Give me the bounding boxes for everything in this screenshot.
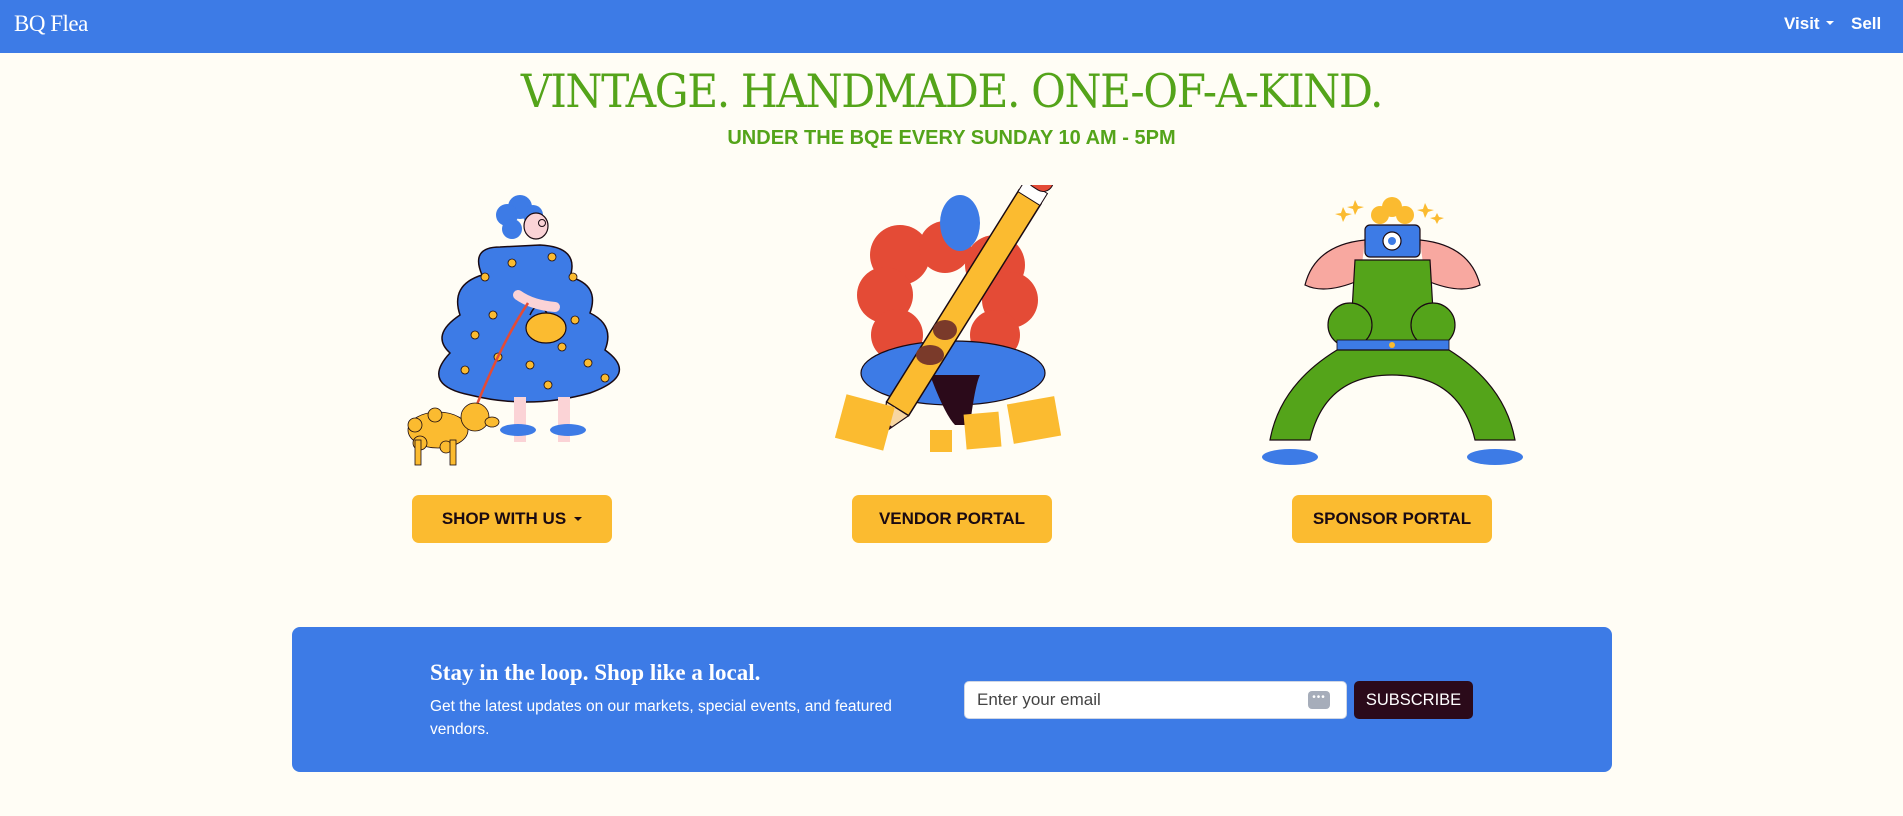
page-subheadline: UNDER THE BQE EVERY SUNDAY 10 AM - 5PM <box>727 127 1176 149</box>
nav-visit-dropdown[interactable]: Visit <box>1784 14 1834 34</box>
chevron-down-icon <box>1825 21 1834 26</box>
email-field-wrapper: ••• <box>964 681 1347 719</box>
email-input[interactable] <box>977 682 1297 718</box>
person-with-pencil-illustration <box>835 185 1062 452</box>
navbar: BQ Flea Visit Sell <box>0 0 1903 53</box>
page-headline: VINTAGE. HANDMADE. ONE-OF-A-KIND. <box>520 64 1384 118</box>
nav-sell-link[interactable]: Sell <box>1851 14 1881 34</box>
sponsor-portal-button[interactable]: SPONSOR PORTAL <box>1292 495 1492 543</box>
woman-walking-dog-illustration <box>407 195 621 466</box>
shop-with-us-dropdown-button[interactable]: SHOP WITH US <box>412 495 612 543</box>
subscribe-button[interactable]: SUBSCRIBE <box>1354 681 1473 719</box>
chevron-down-icon <box>574 517 583 521</box>
photographer-illustration <box>1262 197 1523 465</box>
newsletter-section: Stay in the loop. Shop like a local. Get… <box>292 627 1612 772</box>
autofill-icon[interactable]: ••• <box>1308 691 1330 709</box>
vendor-portal-button[interactable]: VENDOR PORTAL <box>852 495 1052 543</box>
newsletter-title: Stay in the loop. Shop like a local. <box>430 660 761 685</box>
shop-with-us-label: SHOP WITH US <box>441 509 567 528</box>
newsletter-description: Get the latest updates on our markets, s… <box>430 698 892 738</box>
nav-visit-label: Visit <box>1784 14 1820 33</box>
logo[interactable]: BQ Flea <box>14 11 88 37</box>
